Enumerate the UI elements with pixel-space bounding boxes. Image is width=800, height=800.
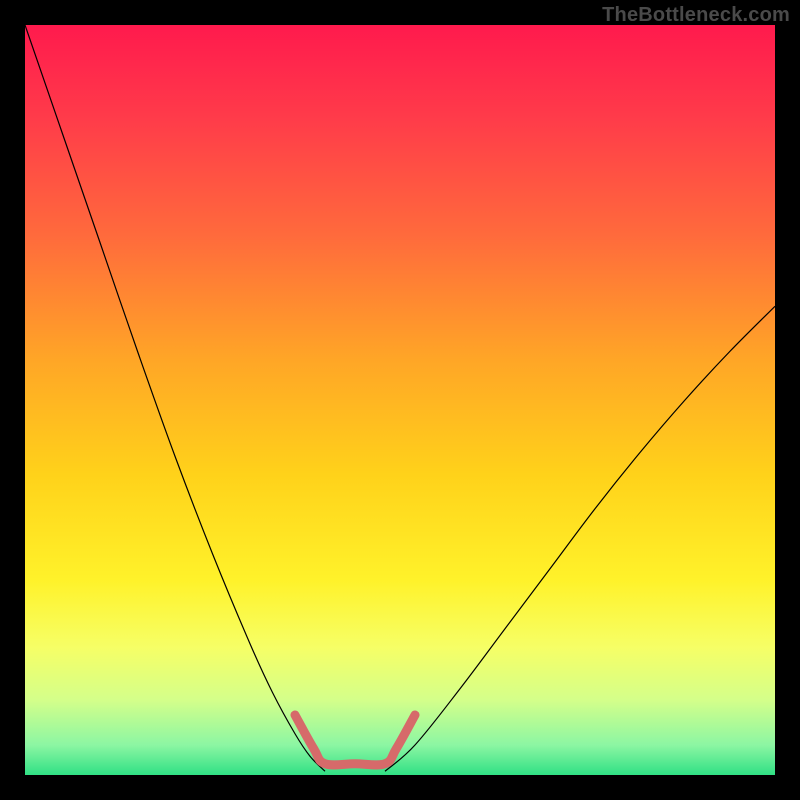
watermark-text: TheBottleneck.com xyxy=(602,4,790,27)
chart-frame: TheBottleneck.com xyxy=(0,0,800,800)
plot-area xyxy=(25,25,775,775)
gradient-background xyxy=(25,25,775,775)
bottleneck-chart xyxy=(25,25,775,775)
